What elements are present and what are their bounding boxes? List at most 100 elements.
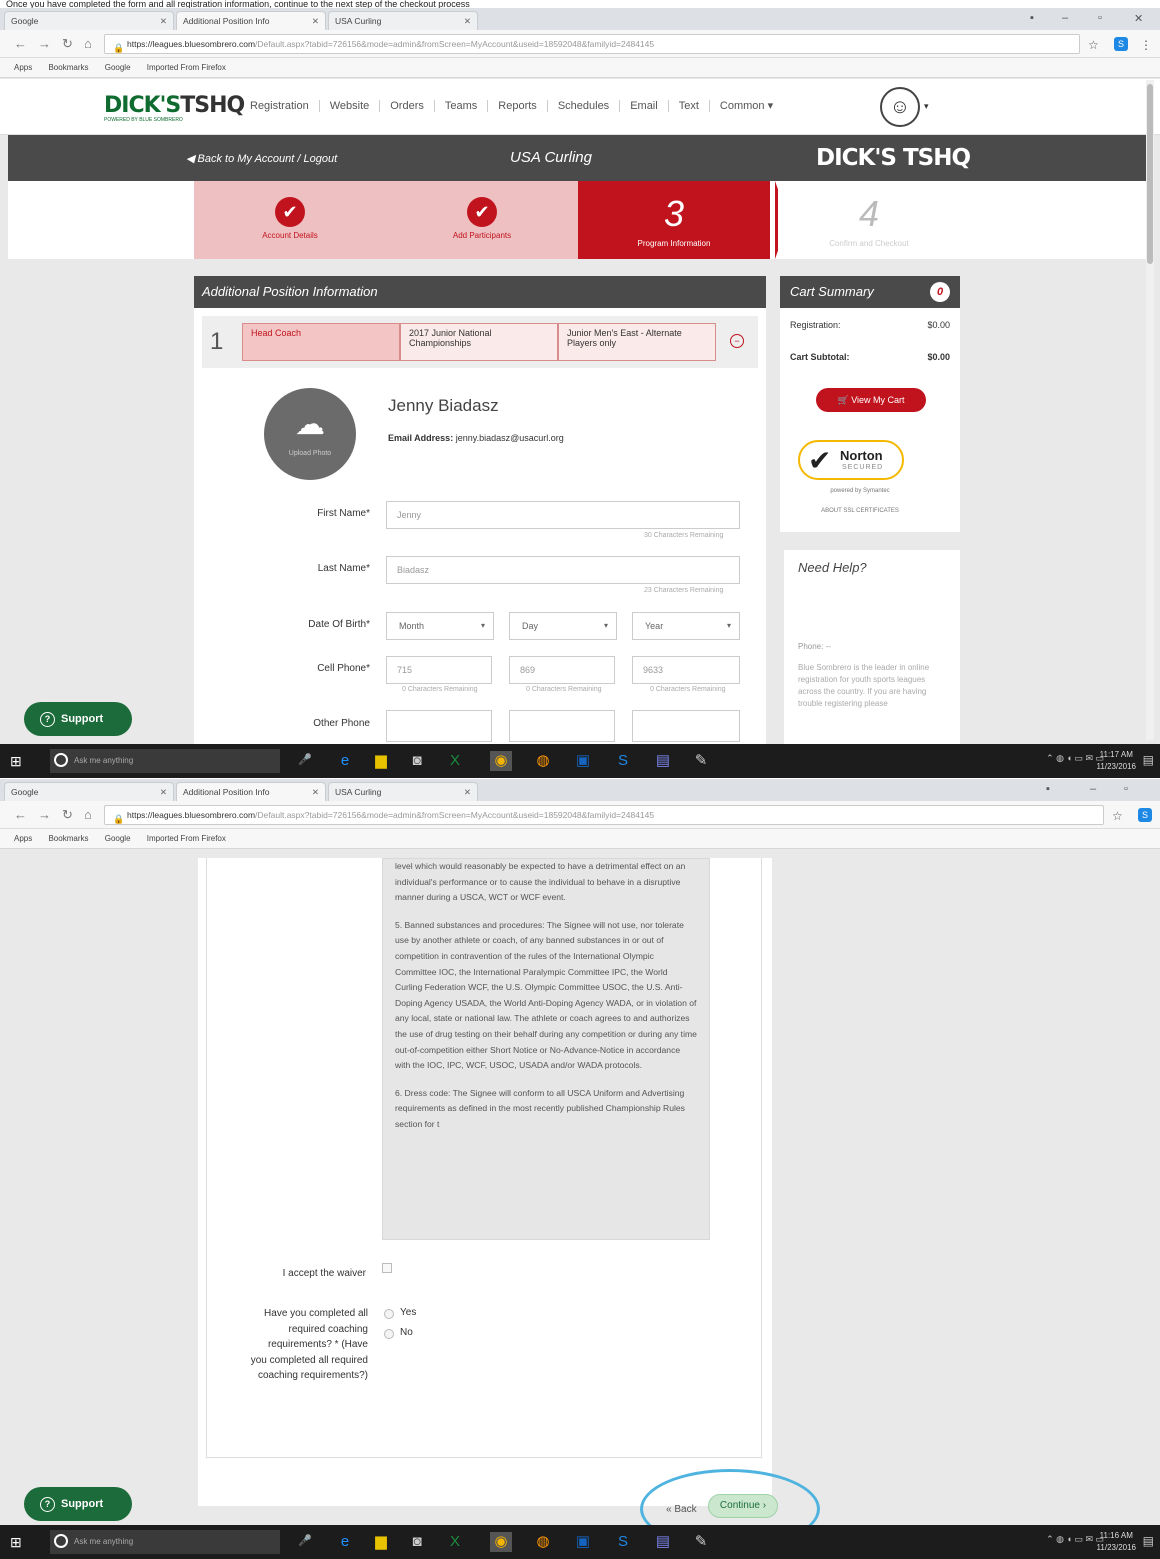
- window-close-icon[interactable]: ✕: [1134, 12, 1143, 25]
- store-icon[interactable]: ◙: [406, 751, 428, 771]
- back-to-account-link[interactable]: ◀ Back to My Account / Logout: [186, 152, 337, 165]
- extension-icon[interactable]: S: [1138, 808, 1152, 822]
- forward-arrow-icon[interactable]: →: [38, 807, 51, 822]
- radio-no[interactable]: [384, 1329, 394, 1339]
- first-name-input[interactable]: Jenny: [386, 501, 740, 529]
- close-icon[interactable]: ✕: [160, 16, 167, 27]
- tab-google[interactable]: Google ✕: [4, 11, 174, 30]
- last-name-input[interactable]: Biadasz: [386, 556, 740, 584]
- cortana-search[interactable]: Ask me anything: [50, 1530, 280, 1554]
- edge-icon[interactable]: e: [334, 751, 356, 771]
- cell-prefix-input[interactable]: 869: [509, 656, 615, 684]
- dob-month-select[interactable]: Month ▾: [386, 612, 494, 640]
- close-icon[interactable]: ✕: [464, 787, 471, 798]
- close-icon[interactable]: ✕: [160, 787, 167, 798]
- bookmark-apps[interactable]: Apps: [14, 834, 32, 843]
- notification-icon[interactable]: ▤: [1143, 1534, 1154, 1548]
- maximize-icon[interactable]: ▫: [1124, 783, 1128, 795]
- dob-year-select[interactable]: Year ▾: [632, 612, 740, 640]
- support-button[interactable]: ? Support: [24, 702, 132, 736]
- firefox-icon[interactable]: ◍: [532, 751, 554, 771]
- windows-start-icon[interactable]: ⊞: [10, 753, 26, 769]
- store-icon[interactable]: ◙: [406, 1532, 428, 1552]
- microphone-icon[interactable]: 🎤: [298, 753, 312, 766]
- user-icon[interactable]: ▪: [1030, 12, 1034, 24]
- menu-schedules[interactable]: Schedules: [548, 100, 621, 112]
- close-icon[interactable]: ✕: [464, 16, 471, 27]
- scrollbar-thumb[interactable]: [1147, 84, 1153, 264]
- bookmark-google[interactable]: Google: [105, 63, 131, 72]
- norton-secured-badge[interactable]: ✔ Norton SECURED: [798, 440, 904, 480]
- bookmark-bookmarks[interactable]: Bookmarks: [48, 63, 88, 72]
- app-icon[interactable]: ▤: [652, 1532, 674, 1552]
- bookmark-google[interactable]: Google: [105, 834, 131, 843]
- windows-start-icon[interactable]: ⊞: [10, 1534, 26, 1550]
- tab-usa-curling[interactable]: USA Curling ✕: [328, 782, 478, 801]
- cell-area-input[interactable]: 715: [386, 656, 492, 684]
- menu-reports[interactable]: Reports: [488, 100, 548, 112]
- bookmark-apps[interactable]: Apps: [14, 63, 32, 72]
- menu-teams[interactable]: Teams: [435, 100, 489, 112]
- minimize-icon[interactable]: –: [1062, 12, 1068, 24]
- chrome-icon[interactable]: ◉: [490, 1532, 512, 1552]
- menu-email[interactable]: Email: [620, 100, 669, 112]
- bookmark-star-icon[interactable]: ☆: [1088, 38, 1099, 52]
- excel-icon[interactable]: X: [444, 1532, 466, 1552]
- site-logo[interactable]: DICK'STSHQ: [104, 93, 245, 118]
- tab-usa-curling[interactable]: USA Curling ✕: [328, 11, 478, 30]
- view-my-cart-button[interactable]: 🛒 View My Cart: [816, 388, 926, 412]
- waiver-text-box[interactable]: level which would reasonably be expected…: [382, 858, 710, 1240]
- remove-icon[interactable]: −: [730, 334, 744, 348]
- forward-arrow-icon[interactable]: →: [38, 36, 51, 51]
- microphone-icon[interactable]: 🎤: [298, 1534, 312, 1547]
- minimize-icon[interactable]: –: [1090, 783, 1096, 795]
- outlook-icon[interactable]: ▣: [572, 1532, 594, 1552]
- app-icon[interactable]: ▤: [652, 751, 674, 771]
- chrome-icon[interactable]: ◉: [490, 751, 512, 771]
- page-scrollbar[interactable]: [1146, 80, 1154, 740]
- other-phone-prefix-input[interactable]: [509, 710, 615, 742]
- close-icon[interactable]: ✕: [312, 787, 319, 798]
- bookmark-bookmarks[interactable]: Bookmarks: [48, 834, 88, 843]
- url-input[interactable]: 🔒 https://leagues.bluesombrero.com/Defaul…: [104, 34, 1080, 54]
- upload-photo-button[interactable]: ☁ Upload Photo: [264, 388, 356, 480]
- bookmark-imported[interactable]: Imported From Firefox: [147, 63, 226, 72]
- radio-yes[interactable]: [384, 1309, 394, 1319]
- file-explorer-icon[interactable]: ▆: [370, 751, 392, 771]
- bookmark-imported[interactable]: Imported From Firefox: [147, 834, 226, 843]
- menu-registration[interactable]: Registration: [240, 100, 320, 112]
- other-phone-area-input[interactable]: [386, 710, 492, 742]
- tab-additional-position-info[interactable]: Additional Position Info ✕: [176, 11, 326, 30]
- menu-orders[interactable]: Orders: [380, 100, 435, 112]
- back-arrow-icon[interactable]: ←: [14, 807, 27, 822]
- cortana-search[interactable]: Ask me anything: [50, 749, 280, 773]
- app-icon[interactable]: ✎: [690, 1532, 712, 1552]
- excel-icon[interactable]: X: [444, 751, 466, 771]
- menu-website[interactable]: Website: [320, 100, 381, 112]
- file-explorer-icon[interactable]: ▆: [370, 1532, 392, 1552]
- menu-dots-icon[interactable]: ⋮: [1140, 38, 1152, 52]
- close-icon[interactable]: ✕: [312, 16, 319, 27]
- reload-icon[interactable]: ↻: [62, 807, 73, 823]
- skype-icon[interactable]: S: [612, 1532, 634, 1552]
- accept-waiver-checkbox[interactable]: [382, 1263, 392, 1273]
- app-icon[interactable]: ✎: [690, 751, 712, 771]
- extension-icon[interactable]: S: [1114, 37, 1128, 51]
- edge-icon[interactable]: e: [334, 1532, 356, 1552]
- maximize-icon[interactable]: ▫: [1098, 12, 1102, 24]
- menu-common[interactable]: Common ▾: [710, 99, 783, 112]
- menu-text[interactable]: Text: [669, 100, 710, 112]
- firefox-icon[interactable]: ◍: [532, 1532, 554, 1552]
- user-icon[interactable]: ▪: [1046, 783, 1050, 795]
- back-arrow-icon[interactable]: ←: [14, 36, 27, 51]
- outlook-icon[interactable]: ▣: [572, 751, 594, 771]
- tab-google[interactable]: Google ✕: [4, 782, 174, 801]
- other-phone-line-input[interactable]: [632, 710, 740, 742]
- reload-icon[interactable]: ↻: [62, 36, 73, 52]
- skype-icon[interactable]: S: [612, 751, 634, 771]
- ssl-about-link[interactable]: ABOUT SSL CERTIFICATES: [800, 508, 920, 514]
- system-tray-icons[interactable]: ⌃ ◍ ◖ ▭ ✉ ▭: [1046, 753, 1104, 764]
- caret-down-icon[interactable]: ▾: [924, 101, 929, 112]
- support-button[interactable]: ? Support: [24, 1487, 132, 1521]
- notification-icon[interactable]: ▤: [1143, 753, 1154, 767]
